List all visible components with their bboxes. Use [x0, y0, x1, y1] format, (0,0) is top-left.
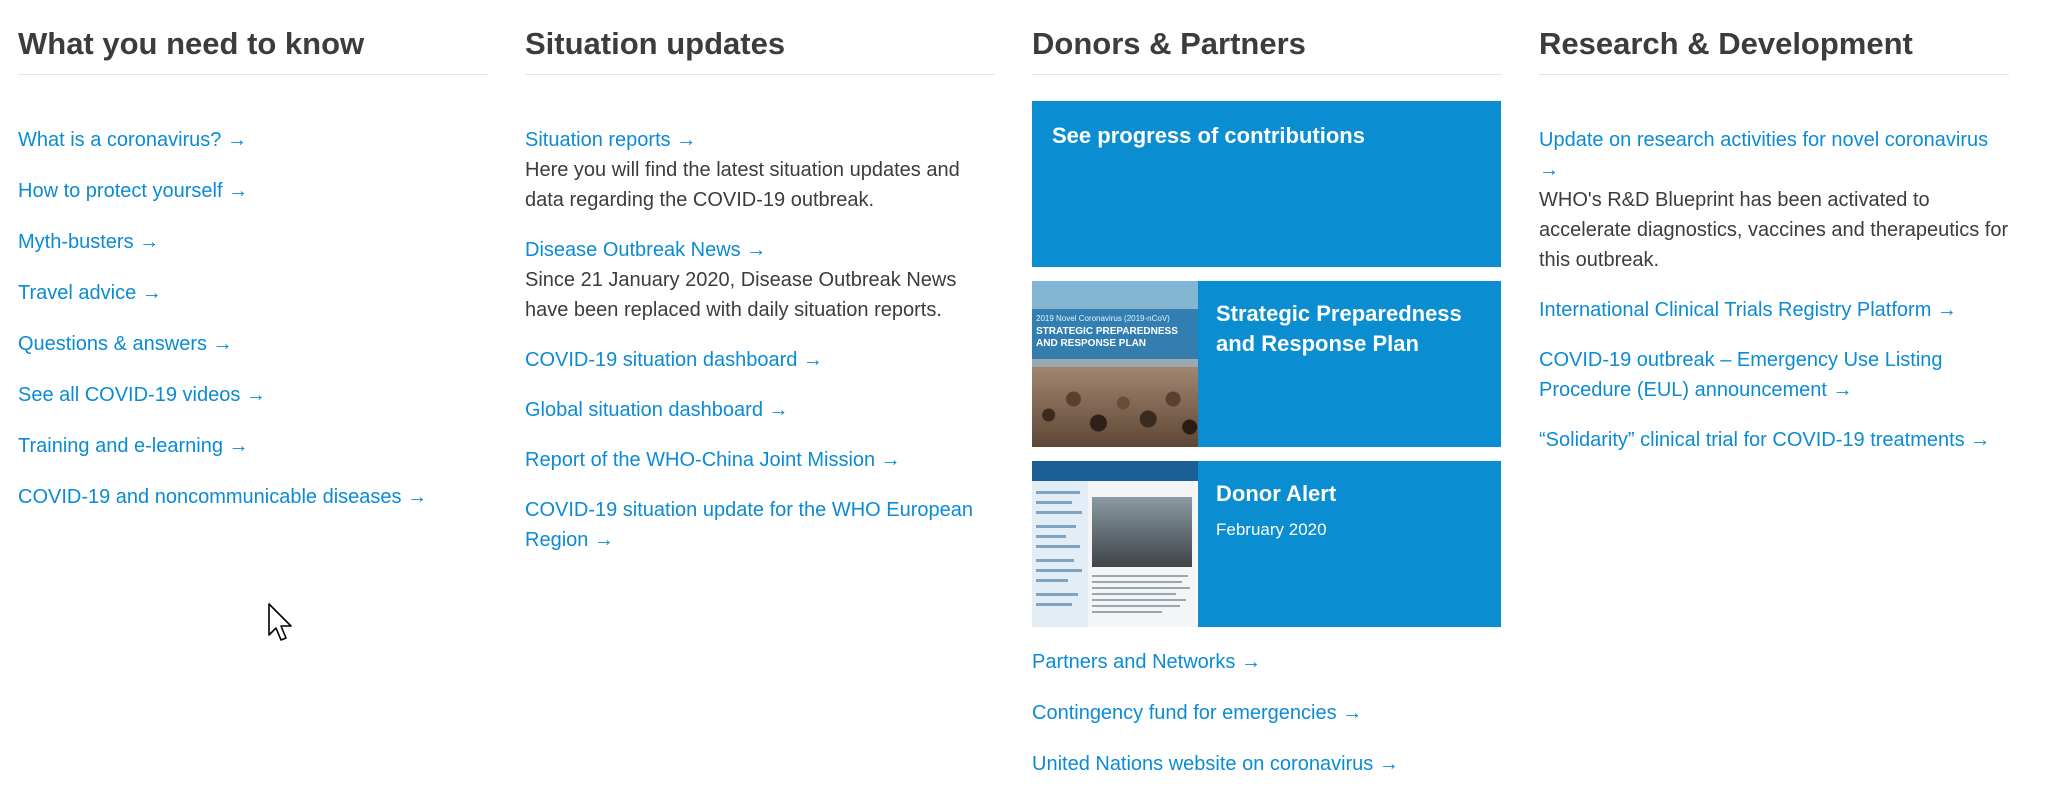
- list-item: Disease Outbreak News → Since 21 January…: [525, 235, 995, 325]
- link-questions-answers[interactable]: Questions & answers →: [18, 329, 488, 359]
- card-subtitle: February 2020: [1216, 520, 1327, 539]
- link-solidarity-trial[interactable]: “Solidarity” clinical trial for COVID-19…: [1539, 425, 2009, 455]
- link-situation-dashboard[interactable]: COVID-19 situation dashboard →: [525, 345, 995, 375]
- list-item: COVID-19 outbreak – Emergency Use Listin…: [1539, 345, 2009, 405]
- link-european-region-update[interactable]: COVID-19 situation update for the WHO Eu…: [525, 495, 995, 555]
- link-eul-announcement[interactable]: COVID-19 outbreak – Emergency Use Listin…: [1539, 345, 2009, 405]
- list-item: COVID-19 situation update for the WHO Eu…: [525, 495, 995, 555]
- mouse-pointer-icon: [268, 603, 292, 641]
- item-description: Here you will find the latest situation …: [525, 159, 960, 211]
- item-description: Since 21 January 2020, Disease Outbreak …: [525, 269, 957, 321]
- section-heading: Donors & Partners: [1032, 0, 1502, 75]
- link-list: Situation reports → Here you will find t…: [525, 125, 995, 555]
- what-you-need-to-know-section: What you need to know What is a coronavi…: [18, 0, 488, 533]
- situation-updates-section: Situation updates Situation reports → He…: [525, 0, 995, 575]
- card-body: Strategic Preparedness and Response Plan: [1198, 281, 1501, 447]
- list-item: COVID-19 situation dashboard →: [525, 345, 995, 375]
- section-heading: What you need to know: [18, 0, 488, 75]
- section-heading: Research & Development: [1539, 0, 2009, 75]
- link-list: Partners and Networks → Contingency fund…: [1032, 647, 1502, 779]
- link-list: Update on research activities for novel …: [1539, 125, 2009, 455]
- card-list: See progress of contributions 2019 Novel…: [1032, 101, 1502, 627]
- link-research-activities[interactable]: Update on research activities for novel …: [1539, 125, 2009, 185]
- page: What you need to know What is a coronavi…: [0, 0, 2055, 807]
- item-description: WHO's R&D Blueprint has been activated t…: [1539, 189, 2009, 271]
- list-item: “Solidarity” clinical trial for COVID-19…: [1539, 425, 2009, 455]
- link-covid-videos[interactable]: See all COVID-19 videos →: [18, 380, 488, 410]
- donors-partners-section: Donors & Partners See progress of contri…: [1032, 0, 1502, 800]
- link-protect-yourself[interactable]: How to protect yourself →: [18, 176, 488, 206]
- card-title: Donor Alert: [1216, 481, 1337, 506]
- link-what-is-coronavirus[interactable]: What is a coronavirus? →: [18, 125, 488, 155]
- link-list: What is a coronavirus? → How to protect …: [18, 125, 488, 512]
- link-travel-advice[interactable]: Travel advice →: [18, 278, 488, 308]
- card-strategic-plan[interactable]: 2019 Novel Coronavirus (2019-nCoV) STRAT…: [1032, 281, 1501, 447]
- donor-alert-cover-image: [1032, 461, 1198, 627]
- link-clinical-trials-registry[interactable]: International Clinical Trials Registry P…: [1539, 295, 2009, 325]
- research-development-section: Research & Development Update on researc…: [1539, 0, 2009, 475]
- link-training-elearning[interactable]: Training and e-learning →: [18, 431, 488, 461]
- link-disease-outbreak-news[interactable]: Disease Outbreak News →: [525, 235, 995, 265]
- list-item: Report of the WHO-China Joint Mission →: [525, 445, 995, 475]
- card-donor-alert[interactable]: Donor Alert February 2020: [1032, 461, 1501, 627]
- link-noncommunicable-diseases[interactable]: COVID-19 and noncommunicable diseases →: [18, 482, 488, 512]
- list-item: Situation reports → Here you will find t…: [525, 125, 995, 215]
- link-contingency-fund[interactable]: Contingency fund for emergencies →: [1032, 698, 1502, 728]
- card-progress-contributions[interactable]: See progress of contributions: [1032, 101, 1501, 267]
- link-global-dashboard[interactable]: Global situation dashboard →: [525, 395, 995, 425]
- card-body: Donor Alert February 2020: [1198, 461, 1354, 627]
- link-situation-reports[interactable]: Situation reports →: [525, 125, 995, 155]
- cover-title: STRATEGIC PREPAREDNESS AND RESPONSE PLAN: [1036, 326, 1178, 349]
- section-heading: Situation updates: [525, 0, 995, 75]
- list-item: International Clinical Trials Registry P…: [1539, 295, 2009, 325]
- list-item: Global situation dashboard →: [525, 395, 995, 425]
- list-item: Update on research activities for novel …: [1539, 125, 2009, 275]
- link-partners-networks[interactable]: Partners and Networks →: [1032, 647, 1502, 677]
- link-un-website[interactable]: United Nations website on coronavirus →: [1032, 749, 1502, 779]
- link-myth-busters[interactable]: Myth-busters →: [18, 227, 488, 257]
- card-title: See progress of contributions: [1052, 123, 1365, 148]
- strategic-plan-cover-image: 2019 Novel Coronavirus (2019-nCoV) STRAT…: [1032, 281, 1198, 447]
- cover-subtitle: 2019 Novel Coronavirus (2019-nCoV): [1036, 314, 1170, 323]
- link-who-china-report[interactable]: Report of the WHO-China Joint Mission →: [525, 445, 995, 475]
- card-title: Strategic Preparedness and Response Plan: [1216, 301, 1462, 356]
